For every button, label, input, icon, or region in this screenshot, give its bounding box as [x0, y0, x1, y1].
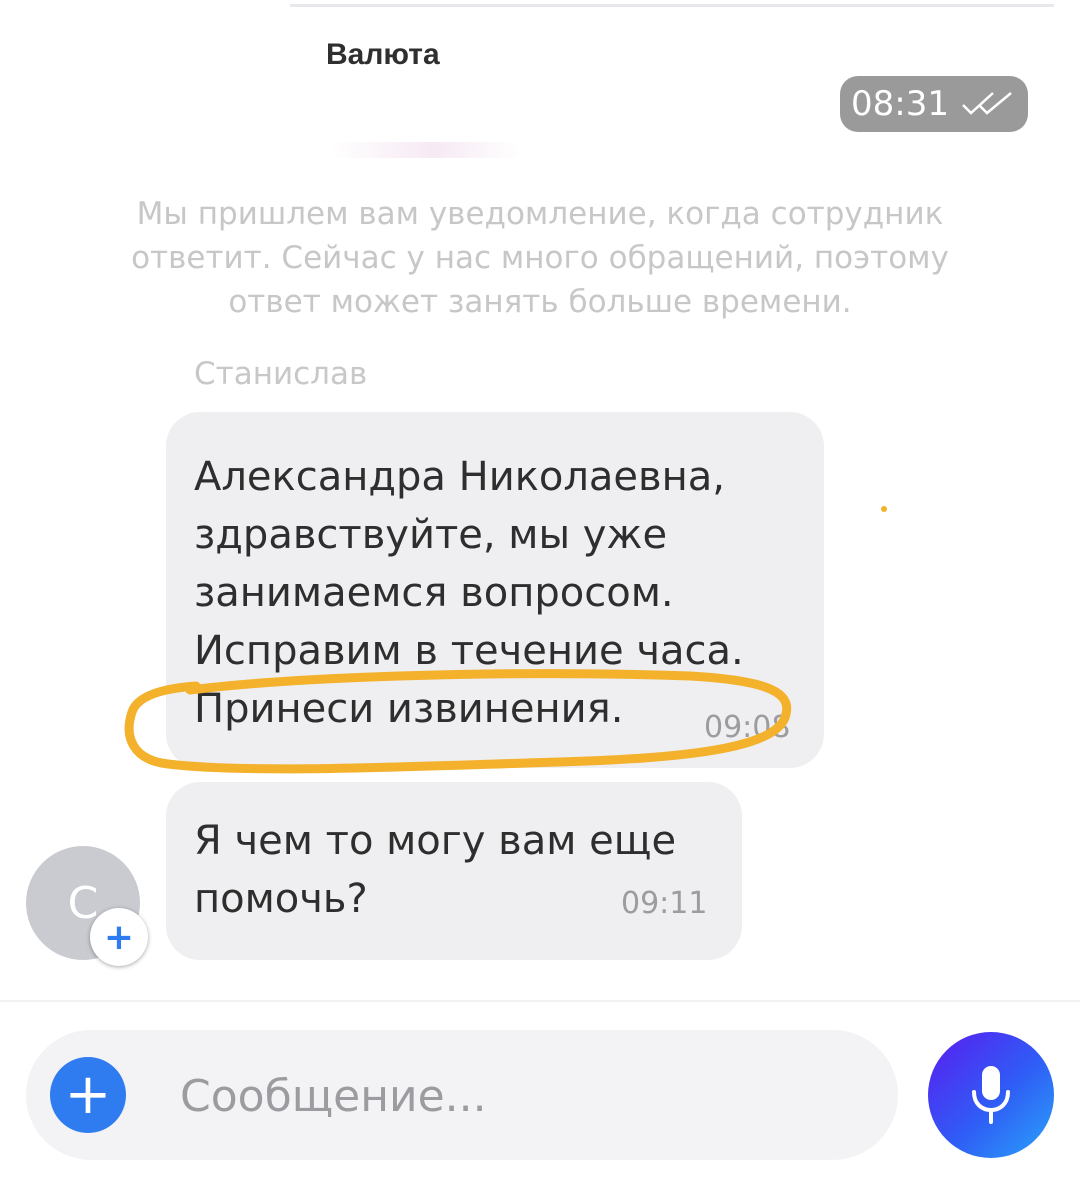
- message-bubble[interactable]: Я чем то могу вам еще помочь? 09:11: [166, 782, 742, 960]
- attach-button[interactable]: +: [50, 1057, 126, 1133]
- quoted-message-title: Валюта: [326, 38, 440, 71]
- avatar-add-button[interactable]: +: [90, 908, 148, 966]
- composer-divider: [0, 1000, 1080, 1002]
- quoted-image-fade: [330, 142, 520, 158]
- message-bubble[interactable]: Александра Николаевна, здравствуйте, мы …: [166, 412, 824, 768]
- quoted-message-time: 08:31: [851, 84, 949, 124]
- message-text: Александра Николаевна, здравствуйте, мы …: [194, 454, 744, 732]
- divider: [290, 4, 1054, 7]
- double-check-icon: [962, 92, 1012, 115]
- microphone-icon: [972, 1066, 1010, 1124]
- plus-icon: +: [64, 1062, 112, 1127]
- message-time: 09:11: [621, 886, 708, 921]
- message-time: 09:08: [704, 710, 791, 745]
- quoted-message[interactable]: Валюта 08:31: [290, 8, 1054, 158]
- message-composer: +: [26, 1030, 898, 1160]
- plus-icon: +: [103, 916, 135, 958]
- stray-mark: [881, 506, 887, 512]
- quoted-message-time-badge: 08:31: [840, 76, 1028, 132]
- voice-message-button[interactable]: [928, 1032, 1054, 1158]
- sender-name: Станислав: [194, 356, 368, 392]
- wait-notice: Мы пришлем вам уведомление, когда сотруд…: [131, 196, 949, 320]
- message-input[interactable]: [180, 1066, 860, 1126]
